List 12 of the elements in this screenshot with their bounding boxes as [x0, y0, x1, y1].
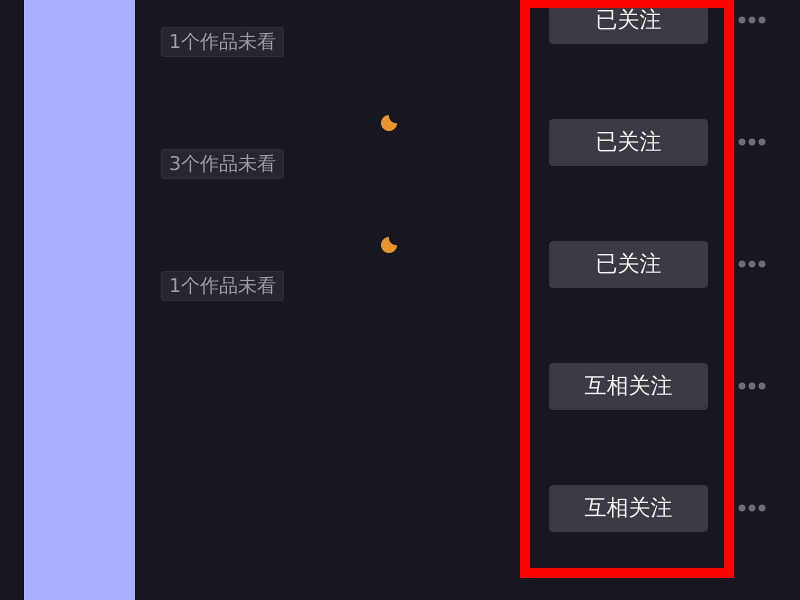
follow-status-button[interactable]: 已关注: [549, 240, 708, 288]
unwatched-badge: 3个作品未看: [161, 149, 284, 179]
follow-status-button[interactable]: 已关注: [549, 118, 708, 166]
more-icon[interactable]: [738, 138, 766, 146]
more-icon[interactable]: [738, 504, 766, 512]
unwatched-badge: 1个作品未看: [161, 27, 284, 57]
more-icon[interactable]: [738, 260, 766, 268]
follow-status-button[interactable]: 互相关注: [549, 362, 708, 410]
follow-status-button[interactable]: 互相关注: [549, 484, 708, 532]
unwatched-badge: 1个作品未看: [161, 271, 284, 301]
more-icon[interactable]: [738, 16, 766, 24]
more-icon[interactable]: [738, 382, 766, 390]
